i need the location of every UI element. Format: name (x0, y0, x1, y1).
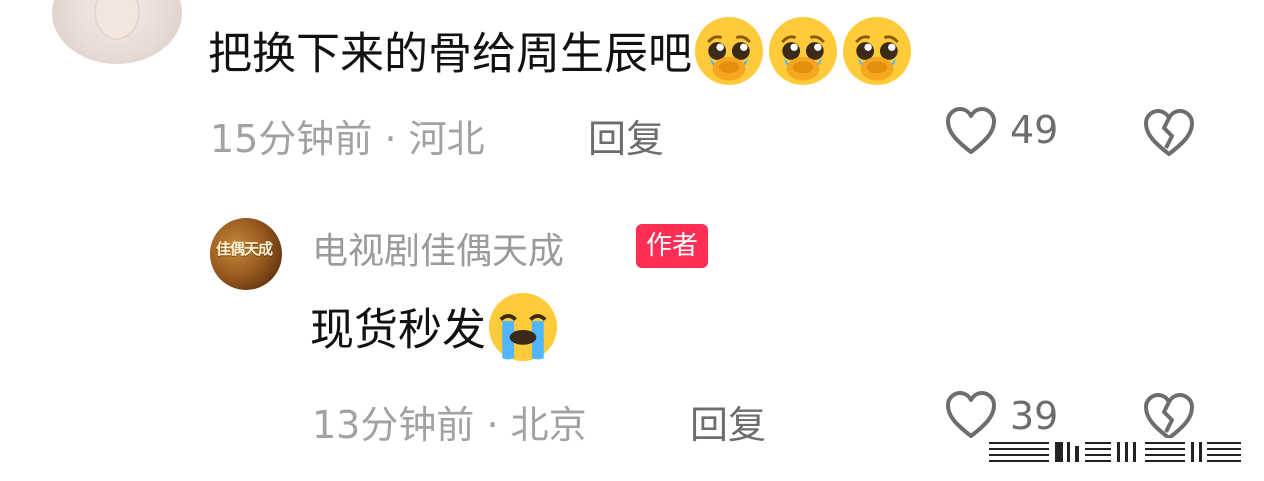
reply-meta: 13分钟前 · 北京 (312, 394, 587, 449)
reply-like-button[interactable] (944, 390, 998, 444)
reply-button[interactable]: 回复 (588, 108, 664, 163)
heart-icon (946, 107, 996, 154)
like-button[interactable] (944, 106, 998, 160)
comment-body: 把换下来的骨给周生辰吧 (208, 14, 914, 99)
commenter-avatar[interactable] (52, 0, 182, 64)
pleading-face-icon (840, 14, 914, 99)
reply-location: 北京 (510, 403, 587, 447)
author-badge: 作者 (636, 224, 709, 268)
watermark (985, 438, 1247, 466)
broken-heart-icon (1144, 109, 1194, 156)
like-count: 49 (1010, 108, 1059, 152)
pleading-face-icon (766, 14, 840, 99)
meta-separator: · (486, 403, 499, 447)
reply-body: 现货秒发 (310, 290, 560, 375)
comment-meta: 15分钟前 · 河北 (210, 108, 485, 163)
reply-like-count: 39 (1010, 394, 1059, 438)
reply-text: 现货秒发 (310, 304, 486, 356)
broken-heart-icon (1144, 393, 1194, 440)
pleading-face-icon (692, 14, 766, 99)
reply-time: 13分钟前 (312, 403, 475, 447)
avatar-face (94, 0, 140, 40)
avatar-logo-text: 佳偶天成 (216, 240, 273, 258)
comment-text: 把换下来的骨给周生辰吧 (208, 28, 692, 80)
author-avatar[interactable]: 佳偶天成 (210, 218, 282, 290)
meta-separator: · (384, 117, 397, 161)
heart-icon (946, 391, 996, 438)
comment-location: 河北 (408, 117, 485, 161)
comment-time: 15分钟前 (210, 117, 373, 161)
dislike-button[interactable] (1142, 108, 1196, 162)
author-username[interactable]: 电视剧佳偶天成 (312, 222, 564, 274)
loudly-crying-face-icon (486, 290, 560, 375)
reply-reply-button[interactable]: 回复 (690, 394, 766, 449)
